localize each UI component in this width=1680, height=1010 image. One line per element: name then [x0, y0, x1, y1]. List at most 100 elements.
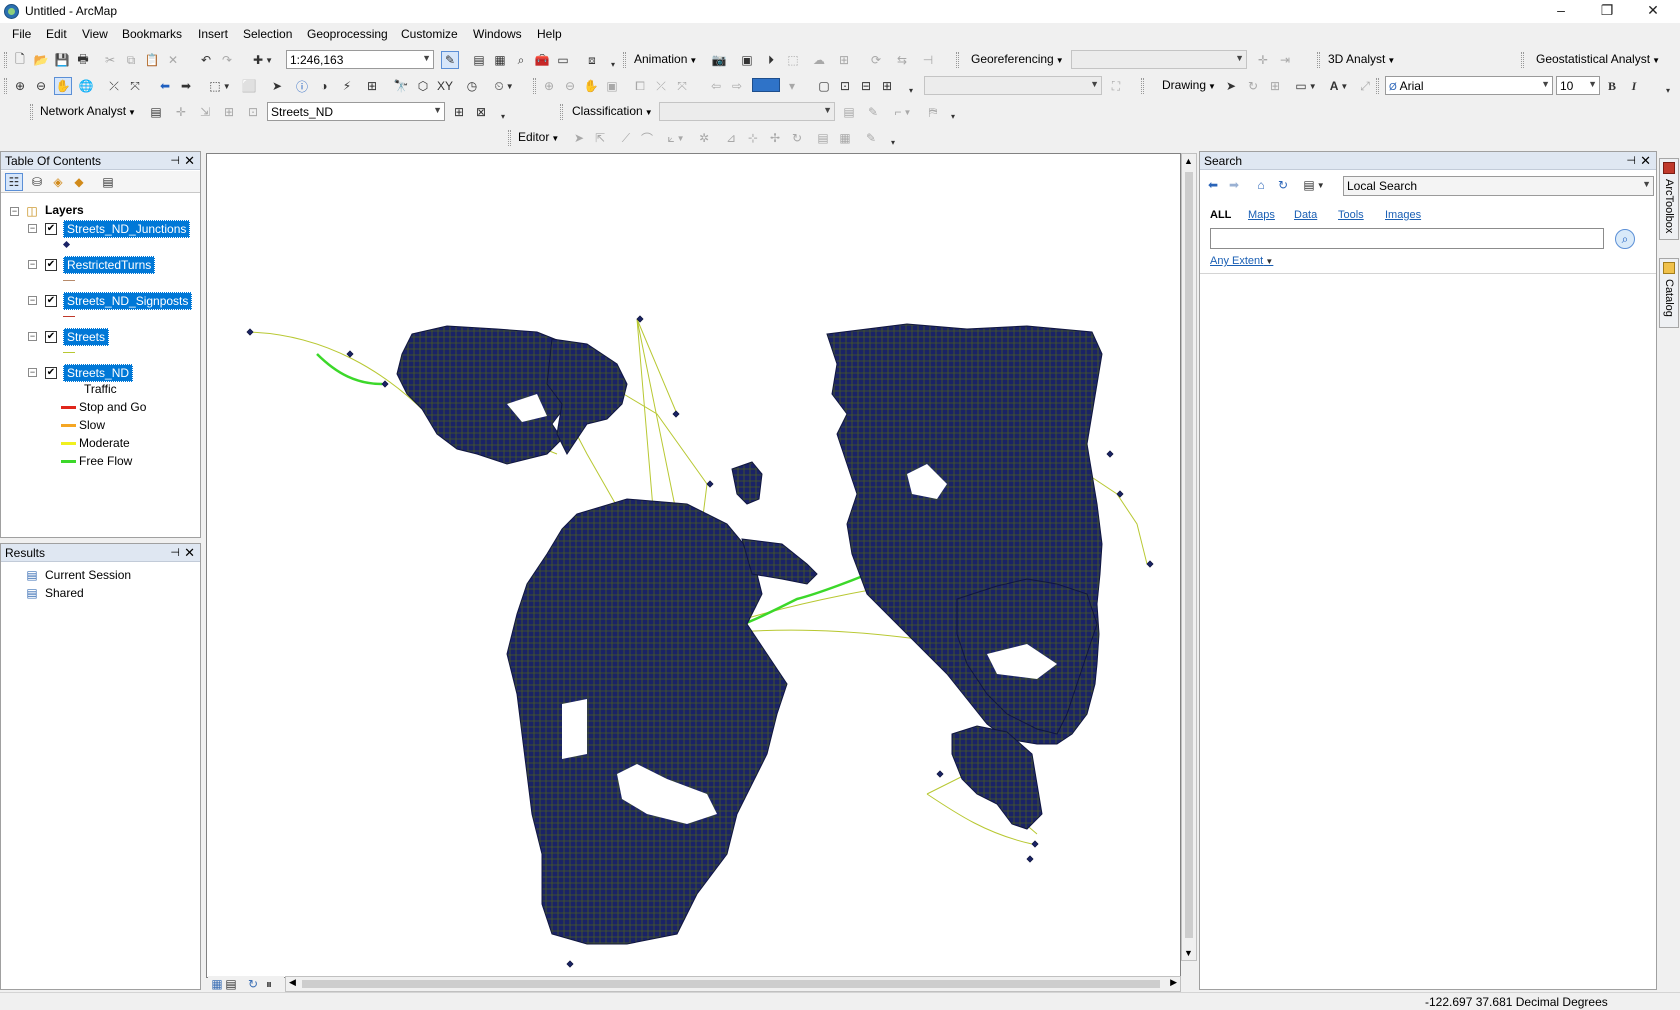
map-horizontal-scrollbar[interactable]: ◀ ▶ [285, 976, 1181, 992]
menu-view[interactable]: View [82, 27, 108, 41]
search-go-icon[interactable]: ⌕ [1615, 229, 1635, 249]
python-window-icon[interactable]: ▭ [554, 51, 572, 69]
street-network-map[interactable] [207, 154, 1182, 979]
search-back-icon[interactable]: ⬅ [1204, 176, 1222, 194]
cut-icon[interactable]: ✂ [101, 51, 119, 69]
search-refresh-icon[interactable]: ↻ [1274, 176, 1292, 194]
menu-selection[interactable]: Selection [243, 27, 292, 41]
close-icon[interactable]: ✕ [184, 545, 195, 561]
full-extent-globe-icon[interactable]: 🌐 [77, 77, 95, 95]
menu-insert[interactable]: Insert [198, 27, 228, 41]
layer-streets-nd-signposts[interactable]: Streets_ND_Signposts [63, 292, 193, 310]
toolbar-grip[interactable] [508, 130, 511, 146]
list-by-drawing-order-icon[interactable]: ☷ [5, 173, 23, 191]
solve-icon[interactable]: ⊞ [220, 103, 238, 121]
layer-streets-nd-junctions[interactable]: Streets_ND_Junctions [63, 220, 191, 238]
toc-options-icon[interactable]: ▤ [99, 173, 117, 191]
pin-icon[interactable]: ⊣ [170, 546, 180, 559]
animation-controls-icon[interactable]: ⏵ [762, 51, 780, 69]
chevron-down-icon[interactable]: ▼ [1235, 53, 1244, 63]
italic-button[interactable]: I [1625, 77, 1643, 95]
layout-dropdown-icon[interactable]: ▾ [783, 77, 801, 95]
menu-geoprocessing[interactable]: Geoprocessing [307, 27, 388, 41]
change-layout-icon[interactable]: ⊟ [857, 77, 875, 95]
font-size-combo[interactable]: 10 ▼ [1556, 76, 1600, 95]
add-control-points-icon[interactable]: ✛ [1254, 51, 1272, 69]
classification-menu[interactable]: Classification ▼ [572, 104, 653, 118]
attributes-icon[interactable]: ▤ [814, 129, 832, 147]
add-data-icon[interactable]: ✚ ▼ [248, 51, 278, 69]
chevron-down-icon[interactable]: ▼ [433, 105, 442, 115]
menu-bookmarks[interactable]: Bookmarks [122, 27, 182, 41]
collapse-layer-toggle[interactable]: − [28, 224, 37, 233]
delete-icon[interactable]: ✕ [164, 51, 182, 69]
find-icon[interactable]: 🔭 [392, 77, 410, 95]
end-point-arc-icon[interactable]: ⌒ [638, 129, 656, 147]
toolbar-grip[interactable] [623, 52, 626, 68]
collapse-layer-toggle[interactable]: − [28, 296, 37, 305]
toolbar-grip[interactable] [4, 52, 7, 68]
search-home-icon[interactable]: ⌂ [1252, 176, 1270, 194]
search-tab-tools[interactable]: Tools [1338, 209, 1364, 221]
map-vertical-scrollbar[interactable]: ▲ ▼ [1181, 153, 1197, 961]
previous-page-extent-icon[interactable]: ⇦ [707, 77, 725, 95]
collapse-layer-toggle[interactable]: − [28, 368, 37, 377]
chevron-down-icon[interactable]: ▼ [1541, 79, 1550, 89]
forward-extent-icon[interactable]: ➡ [177, 77, 195, 95]
layer-restricted-turns[interactable]: RestrictedTurns [63, 256, 156, 274]
construction-tools-icon[interactable]: ⟀ ▼ [662, 129, 690, 147]
new-text-icon[interactable]: A ▼ [1325, 77, 1353, 95]
collapse-layers-toggle[interactable]: − [10, 207, 19, 216]
toolbar-options-icon[interactable]: ▾ [1659, 81, 1677, 99]
list-by-visibility-icon[interactable]: ◈ [49, 173, 67, 191]
collapse-layer-toggle[interactable]: − [28, 260, 37, 269]
results-shared[interactable]: Shared [45, 586, 84, 600]
layer-streets-nd[interactable]: Streets_ND [63, 364, 134, 382]
results-current-session[interactable]: Current Session [45, 568, 131, 582]
save-icon[interactable]: 💾 [53, 51, 71, 69]
chevron-down-icon[interactable]: ▼ [1090, 79, 1099, 89]
search-scope-combo[interactable]: Local Search ▼ [1343, 176, 1654, 196]
split-tool-icon[interactable]: ✢ [766, 129, 784, 147]
select-elements-icon[interactable]: ➤ [1222, 77, 1240, 95]
close-icon[interactable]: ✕ [184, 153, 195, 169]
menu-windows[interactable]: Windows [473, 27, 522, 41]
chevron-down-icon[interactable]: ▼ [823, 105, 832, 115]
toolbar-grip[interactable] [533, 78, 536, 94]
undo-icon[interactable]: ↶ [197, 51, 215, 69]
create-network-location-icon[interactable]: ✛ [172, 103, 190, 121]
rotate-tool-icon[interactable]: ↻ [788, 129, 806, 147]
network-analyst-menu[interactable]: Network Analyst ▼ [40, 104, 136, 118]
go-to-xy-icon[interactable]: XY [436, 77, 454, 95]
font-name-combo[interactable]: Ø Arial ▼ [1385, 76, 1553, 95]
layer-visibility-checkbox[interactable]: ✔ [45, 223, 57, 235]
toolbar-grip[interactable] [1521, 52, 1524, 68]
georef-shift-icon[interactable]: ⇆ [893, 51, 911, 69]
toolbar-grip[interactable] [4, 78, 7, 94]
search-tab-maps[interactable]: Maps [1248, 209, 1275, 221]
copy-icon[interactable]: ⧉ [122, 51, 140, 69]
scroll-down-icon[interactable]: ▼ [1184, 948, 1193, 958]
pause-drawing-icon[interactable]: ⏸ [260, 975, 278, 993]
layout-scale-combo[interactable]: ▼ [924, 76, 1102, 95]
capture-view-icon[interactable]: 📷 [710, 51, 728, 69]
table-of-contents-icon[interactable]: ▤ [470, 51, 488, 69]
zoom-to-selected-icon[interactable]: ⊞ [1266, 77, 1284, 95]
georef-link-icon[interactable]: ⊣ [919, 51, 937, 69]
classification-layer-combo[interactable]: ▼ [659, 102, 835, 121]
rectangle-icon[interactable]: ▭ ▼ [1292, 77, 1320, 95]
editor-toolbar-icon[interactable]: ✎ [441, 51, 459, 69]
toolbar-options-icon[interactable]: ▾ [604, 55, 622, 73]
zoom-100-icon[interactable]: ⧠ [631, 77, 649, 95]
network-identify-icon[interactable]: ⊠ [472, 103, 490, 121]
fixed-zoom-in-icon[interactable]: ⤫ [105, 77, 123, 95]
scroll-left-icon[interactable]: ◀ [289, 977, 296, 988]
cut-polygons-icon[interactable]: ⊹ [744, 129, 762, 147]
pin-icon[interactable]: ⊣ [1626, 154, 1636, 167]
search-tab-data[interactable]: Data [1294, 209, 1317, 221]
cloud-icon[interactable]: ☁ [810, 51, 828, 69]
drawing-menu[interactable]: Drawing ▼ [1162, 78, 1216, 92]
bold-button[interactable]: B [1603, 77, 1621, 95]
search-options-icon[interactable]: ▤ ▼ [1300, 176, 1328, 194]
edit-annotation-icon[interactable]: ⇱ [591, 129, 609, 147]
